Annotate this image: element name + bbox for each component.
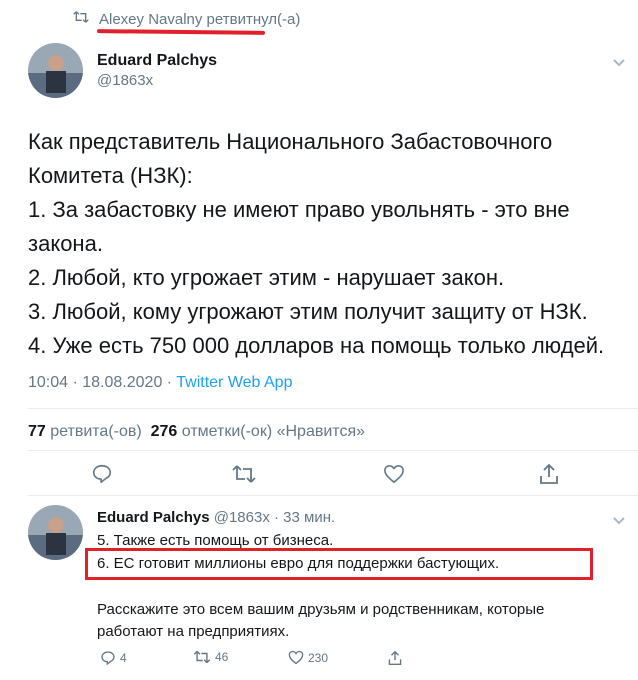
chevron-down-icon[interactable] bbox=[612, 55, 626, 73]
reply-line: работают на предприятиях. bbox=[97, 623, 290, 640]
retweet-button[interactable] bbox=[230, 460, 258, 488]
share-icon bbox=[388, 650, 402, 665]
reply-count: 4 bbox=[120, 651, 127, 665]
retweet-banner: Alexey Navalny ретвитнул(-а) bbox=[73, 10, 300, 28]
tweet-line: Комитета (НЗК): bbox=[28, 163, 193, 188]
reply-line: Расскажите это всем вашим друзьям и родс… bbox=[97, 601, 545, 618]
divider bbox=[28, 495, 638, 496]
tweet-line: 1. За забастовку не имеют право увольнят… bbox=[28, 197, 570, 222]
reply-icon bbox=[101, 651, 115, 666]
reply-author-name[interactable]: Eduard Palchys bbox=[97, 509, 210, 526]
retweet-count: 46 bbox=[215, 650, 229, 664]
tweet-line: 2. Любой, кто угрожает этим - нарушает з… bbox=[28, 265, 505, 290]
heart-icon bbox=[288, 650, 304, 665]
reply-header: Eduard Palchys @1863x · 33 мин. bbox=[97, 509, 335, 526]
reply-button[interactable] bbox=[88, 460, 116, 488]
retweets-label: ретвита(-ов) bbox=[50, 423, 142, 440]
tweet-stats: 77 ретвита(-ов) 276 отметки(-ок) «Нравит… bbox=[28, 423, 365, 441]
likes-label: отметки(-ок) «Нравится» bbox=[181, 423, 365, 440]
tweet-line: 4. Уже есть 750 000 долларов на помощь т… bbox=[28, 333, 605, 358]
chevron-down-icon[interactable] bbox=[612, 513, 626, 531]
reply-share-button[interactable] bbox=[388, 650, 402, 666]
retweets-stat[interactable]: 77 ретвита(-ов) bbox=[28, 423, 142, 440]
tweet-text: Как представитель Национального Забастов… bbox=[28, 125, 628, 363]
tweet-line: 3. Любой, кому угрожают этим получит защ… bbox=[28, 299, 588, 324]
heart-icon bbox=[384, 465, 404, 483]
reply-avatar[interactable] bbox=[28, 505, 83, 560]
retweet-icon bbox=[232, 465, 256, 483]
reply-retweet-button[interactable]: 46 bbox=[193, 650, 228, 664]
retweet-banner-text[interactable]: Alexey Navalny ретвитнул(-а) bbox=[99, 11, 300, 28]
tweet-timestamp[interactable]: 10:04 · 18.08.2020 · bbox=[28, 374, 176, 391]
divider bbox=[28, 450, 638, 451]
red-highlight-box bbox=[85, 548, 593, 580]
retweet-icon bbox=[73, 10, 89, 28]
tweet-line: Как представитель Национального Забастов… bbox=[28, 129, 553, 154]
tweet-meta: 10:04 · 18.08.2020 · Twitter Web App bbox=[28, 374, 292, 392]
share-button[interactable] bbox=[535, 460, 563, 488]
like-count: 230 bbox=[308, 650, 329, 665]
retweet-icon bbox=[193, 650, 211, 664]
reply-icon bbox=[92, 464, 112, 484]
avatar[interactable] bbox=[28, 43, 83, 98]
reply-time[interactable]: · 33 мин. bbox=[274, 509, 335, 526]
tweet-line: закона. bbox=[28, 231, 103, 256]
retweets-count: 77 bbox=[28, 423, 46, 440]
reply-reply-button[interactable]: 4 bbox=[100, 650, 127, 666]
author-handle[interactable]: @1863x bbox=[97, 72, 153, 89]
reply-like-button[interactable]: 230 bbox=[288, 650, 328, 665]
red-underline-annotation bbox=[96, 29, 266, 35]
divider bbox=[28, 408, 638, 409]
reply-author-handle[interactable]: @1863x bbox=[214, 509, 270, 526]
like-button[interactable] bbox=[380, 460, 408, 488]
share-icon bbox=[540, 463, 558, 484]
author-name[interactable]: Eduard Palchys bbox=[97, 52, 217, 70]
likes-count: 276 bbox=[150, 423, 178, 440]
likes-stat[interactable]: 276 отметки(-ок) «Нравится» bbox=[151, 423, 365, 440]
tweet-source-link[interactable]: Twitter Web App bbox=[176, 374, 292, 391]
